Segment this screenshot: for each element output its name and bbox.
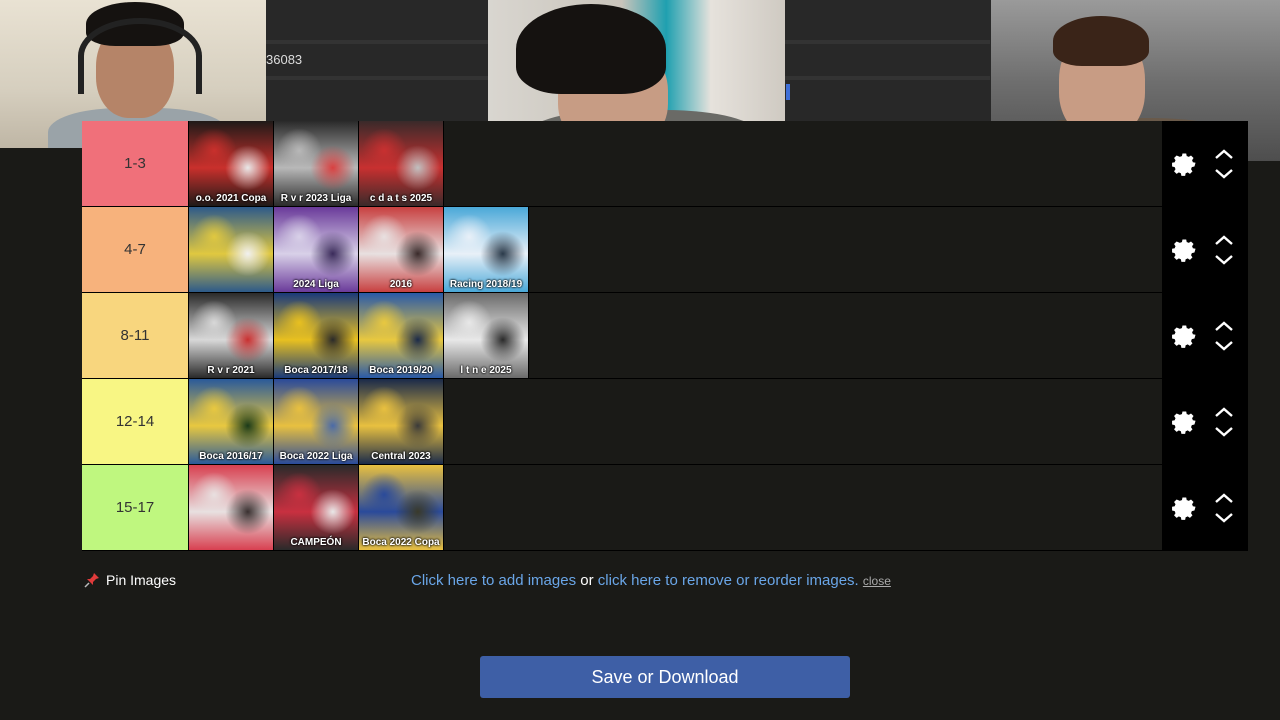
- tier-image[interactable]: Boca 2019/20: [359, 293, 444, 378]
- pin-images-toggle[interactable]: Pin Images: [84, 572, 176, 588]
- tier-image[interactable]: R v r 2021: [189, 293, 274, 378]
- tier-row: 8-11 R v r 2021 Boca 2017/18 Boca 2019/20 l …: [82, 293, 1248, 379]
- tier-image[interactable]: Boca 2016/17: [189, 379, 274, 464]
- tier-image[interactable]: 2024 Liga: [274, 207, 359, 292]
- tier-image[interactable]: l t n e 2025: [444, 293, 529, 378]
- tier-controls: [1162, 465, 1248, 550]
- chevron-up-icon[interactable]: [1213, 147, 1235, 161]
- gear-icon[interactable]: [1167, 234, 1199, 266]
- tier-image-caption: 2016: [389, 279, 413, 290]
- tier-image-caption: Boca 2016/17: [199, 451, 263, 462]
- chevron-down-icon[interactable]: [1213, 339, 1235, 353]
- or-text: or: [576, 572, 598, 589]
- tier-image[interactable]: Boca 2022 Liga: [274, 379, 359, 464]
- tier-move-arrows: [1213, 491, 1235, 525]
- chevron-down-icon[interactable]: [1213, 511, 1235, 525]
- pushpin-icon: [84, 573, 99, 588]
- tier-row: 1-3 o.o. 2021 Copa R v r 2023 Liga c d a t …: [82, 121, 1248, 207]
- tier-label[interactable]: 12-14: [82, 379, 189, 464]
- tier-items: o.o. 2021 Copa R v r 2023 Liga c d a t s 2…: [189, 121, 1248, 206]
- tier-image-caption: Central 2023: [371, 451, 431, 462]
- tier-image[interactable]: c d a t s 2025: [359, 121, 444, 206]
- tier-label[interactable]: 8-11: [82, 293, 189, 378]
- remove-reorder-images-link[interactable]: click here to remove or reorder images.: [598, 572, 859, 589]
- chevron-down-icon[interactable]: [1213, 167, 1235, 181]
- tier-image[interactable]: [189, 465, 274, 550]
- chevron-up-icon[interactable]: [1213, 233, 1235, 247]
- save-or-download-button[interactable]: Save or Download: [480, 656, 850, 698]
- tier-image[interactable]: Boca 2022 Copa: [359, 465, 444, 550]
- cursor-marker: [786, 84, 790, 100]
- tier-label[interactable]: 15-17: [82, 465, 189, 550]
- tier-move-arrows: [1213, 147, 1235, 181]
- gear-icon[interactable]: [1167, 406, 1199, 438]
- tier-image-caption: l t n e 2025: [460, 365, 512, 376]
- close-link[interactable]: close: [863, 574, 891, 588]
- tier-row: 15-17 CAMPEÓN Boca 2022 Copa: [82, 465, 1248, 551]
- tier-controls: [1162, 121, 1248, 206]
- tier-items: Boca 2016/17 Boca 2022 Liga Central 2023: [189, 379, 1248, 464]
- tier-controls: [1162, 293, 1248, 378]
- tier-image[interactable]: o.o. 2021 Copa: [189, 121, 274, 206]
- chevron-up-icon[interactable]: [1213, 405, 1235, 419]
- tier-image[interactable]: Central 2023: [359, 379, 444, 464]
- tier-move-arrows: [1213, 233, 1235, 267]
- pin-images-label: Pin Images: [106, 572, 177, 588]
- chevron-up-icon[interactable]: [1213, 319, 1235, 333]
- tier-image[interactable]: [189, 207, 274, 292]
- add-images-link[interactable]: Click here to add images: [411, 572, 576, 589]
- tier-image[interactable]: Racing 2018/19: [444, 207, 529, 292]
- tier-items: R v r 2021 Boca 2017/18 Boca 2019/20 l t n …: [189, 293, 1248, 378]
- tier-row: 12-14 Boca 2016/17 Boca 2022 Liga Central 2…: [82, 379, 1248, 465]
- gear-icon[interactable]: [1167, 320, 1199, 352]
- tier-image-caption: R v r 2023 Liga: [280, 193, 352, 204]
- chevron-down-icon[interactable]: [1213, 253, 1235, 267]
- url-fragment: 36083: [266, 52, 303, 67]
- tier-image[interactable]: R v r 2023 Liga: [274, 121, 359, 206]
- image-links: Click here to add images or click here t…: [411, 572, 891, 589]
- tier-image-caption: o.o. 2021 Copa: [195, 193, 267, 204]
- tier-image-caption: c d a t s 2025: [369, 193, 433, 204]
- tier-label[interactable]: 1-3: [82, 121, 189, 206]
- tier-controls: [1162, 207, 1248, 292]
- tier-image-caption: Racing 2018/19: [449, 279, 523, 290]
- tier-move-arrows: [1213, 405, 1235, 439]
- tier-image[interactable]: Boca 2017/18: [274, 293, 359, 378]
- gear-icon[interactable]: [1167, 148, 1199, 180]
- chevron-up-icon[interactable]: [1213, 491, 1235, 505]
- gear-icon[interactable]: [1167, 492, 1199, 524]
- tier-image-caption: 2024 Liga: [293, 279, 339, 290]
- tier-row: 4-7 2024 Liga 2016 Racing 2018/19: [82, 207, 1248, 293]
- tier-label[interactable]: 4-7: [82, 207, 189, 292]
- tier-image[interactable]: CAMPEÓN: [274, 465, 359, 550]
- tier-image-caption: Boca 2017/18: [284, 365, 348, 376]
- tier-list: 1-3 o.o. 2021 Copa R v r 2023 Liga c d a t …: [82, 121, 1248, 551]
- tier-image[interactable]: 2016: [359, 207, 444, 292]
- tier-image-caption: R v r 2021: [207, 365, 255, 376]
- tier-image-caption: Boca 2022 Liga: [279, 451, 353, 462]
- tier-items: CAMPEÓN Boca 2022 Copa: [189, 465, 1248, 550]
- tier-items: 2024 Liga 2016 Racing 2018/19: [189, 207, 1248, 292]
- tier-image-caption: CAMPEÓN: [290, 537, 342, 548]
- tier-controls: [1162, 379, 1248, 464]
- tier-image-caption: Boca 2019/20: [369, 365, 433, 376]
- tier-image-caption: Boca 2022 Copa: [362, 537, 440, 548]
- chevron-down-icon[interactable]: [1213, 425, 1235, 439]
- tier-move-arrows: [1213, 319, 1235, 353]
